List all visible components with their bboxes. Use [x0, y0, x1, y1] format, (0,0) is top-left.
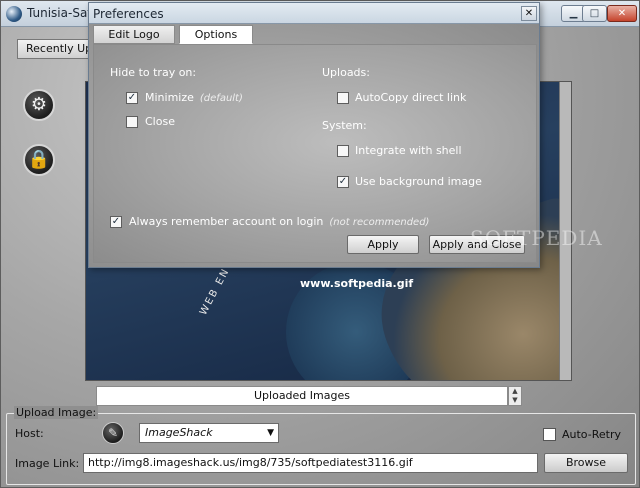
preferences-title: Preferences — [93, 7, 164, 21]
image-link-label: Image Link: — [15, 457, 80, 470]
close-to-tray-checkbox[interactable] — [126, 116, 138, 128]
uploads-label: Uploads: — [322, 66, 370, 79]
auto-retry-checkbox[interactable] — [543, 428, 556, 441]
settings-gear-icon[interactable]: ⚙ — [23, 89, 55, 121]
apply-button[interactable]: Apply — [347, 235, 419, 254]
hide-to-tray-label: Hide to tray on: — [110, 66, 197, 79]
tab-options[interactable]: Options — [179, 25, 253, 44]
browse-button[interactable]: Browse — [544, 453, 628, 473]
host-wrench-icon[interactable]: ✎ — [102, 422, 124, 444]
uploaded-images-selector[interactable]: Uploaded Images — [96, 386, 508, 406]
close-button[interactable]: ✕ — [607, 5, 637, 22]
lock-icon[interactable]: 🔒 — [23, 144, 55, 176]
tab-edit-logo[interactable]: Edit Logo — [93, 25, 175, 44]
minimize-checkbox[interactable]: ✓ — [126, 92, 138, 104]
window-title: Tunisia-Sat — [27, 6, 92, 20]
remember-account-note: (not recommended) — [329, 217, 430, 228]
recently-uploaded-tab[interactable]: Recently Upl — [17, 39, 91, 59]
app-logo-icon — [6, 6, 22, 22]
autocopy-checkbox[interactable] — [337, 92, 349, 104]
minimize-option: Minimize (default) — [145, 91, 243, 104]
host-label: Host: — [15, 427, 44, 440]
remember-account-option: Always remember account on login (not rec… — [129, 215, 429, 228]
preview-watermark-url: www.softpedia.gif — [300, 277, 414, 290]
host-select-value: ImageShack — [145, 426, 213, 439]
system-label: System: — [322, 119, 367, 132]
maximize-button[interactable]: □ — [582, 5, 607, 22]
minimize-label: Minimize — [145, 91, 194, 104]
chevron-down-icon: ▼ — [267, 428, 274, 438]
uploaded-images-spinner[interactable]: ▲ ▼ — [508, 386, 522, 406]
remember-account-label: Always remember account on login — [129, 215, 324, 228]
remember-account-checkbox[interactable]: ✓ — [110, 216, 122, 228]
upload-image-group — [6, 413, 636, 485]
image-link-field[interactable]: http://img8.imageshack.us/img8/735/softp… — [83, 453, 538, 473]
upload-image-legend: Upload Image: — [14, 406, 99, 419]
auto-retry-label: Auto-Retry — [562, 428, 621, 441]
close-to-tray-label: Close — [145, 115, 175, 128]
integrate-shell-label: Integrate with shell — [355, 144, 462, 157]
integrate-shell-checkbox[interactable] — [337, 145, 349, 157]
softpedia-watermark: SOFTPEDIA — [470, 226, 603, 250]
background-image-label: Use background image — [355, 175, 482, 188]
host-select[interactable]: ImageShack ▼ — [139, 423, 279, 443]
preferences-close-button[interactable]: ✕ — [521, 6, 537, 21]
background-image-checkbox[interactable]: ✓ — [337, 176, 349, 188]
autocopy-label: AutoCopy direct link — [355, 91, 467, 104]
minimize-note: (default) — [199, 93, 243, 104]
preferences-titlebar[interactable]: Preferences ✕ — [89, 3, 539, 24]
